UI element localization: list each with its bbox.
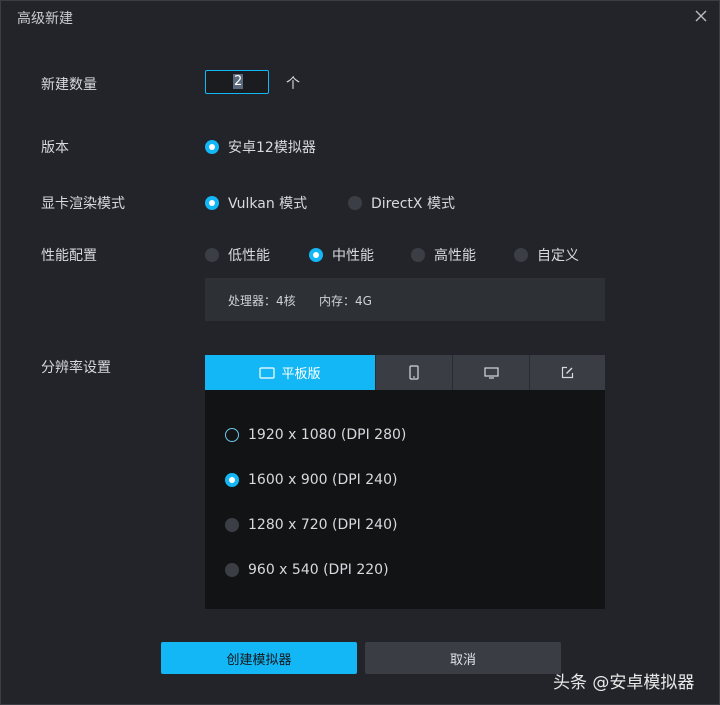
performance-option-low[interactable]: 低性能 xyxy=(205,245,270,265)
render-option-label: Vulkan 模式 xyxy=(228,196,308,212)
cancel-button[interactable]: 取消 xyxy=(365,642,561,674)
resolution-option-label: 1600 x 900 (DPI 240) xyxy=(248,472,398,488)
radio-selected-icon xyxy=(225,473,239,487)
performance-option-high[interactable]: 高性能 xyxy=(411,245,476,265)
count-label: 新建数量 xyxy=(41,77,97,93)
memory-info: 内存：4G xyxy=(319,294,372,308)
radio-unselected-icon xyxy=(348,196,362,210)
performance-option-label: 自定义 xyxy=(537,248,579,264)
watermark-text: 头条 @安卓模拟器 xyxy=(553,673,695,693)
close-icon[interactable] xyxy=(692,7,710,25)
resolution-option-1280[interactable]: 1280 x 720 (DPI 240) xyxy=(225,517,397,533)
title-bar: 高级新建 xyxy=(1,1,719,35)
resolution-option-1920[interactable]: 1920 x 1080 (DPI 280) xyxy=(225,427,406,443)
count-unit: 个 xyxy=(286,76,300,92)
advanced-create-dialog: 高级新建 新建数量 2 个 版本 安卓12模拟器 显卡渲染模式 Vulkan 模… xyxy=(0,0,720,705)
tab-tablet[interactable]: 平板版 xyxy=(205,355,375,390)
resolution-option-label: 960 x 540 (DPI 220) xyxy=(248,562,389,578)
render-mode-label: 显卡渲染模式 xyxy=(41,196,125,212)
tab-custom[interactable] xyxy=(529,355,605,390)
radio-unselected-icon xyxy=(205,248,219,262)
performance-option-label: 高性能 xyxy=(434,248,476,264)
edit-icon xyxy=(561,366,574,379)
cpu-info: 处理器：4核 xyxy=(228,294,296,308)
performance-option-label: 低性能 xyxy=(228,248,270,264)
performance-option-medium[interactable]: 中性能 xyxy=(309,245,374,265)
radio-selected-icon xyxy=(205,196,219,210)
performance-label: 性能配置 xyxy=(41,248,97,264)
radio-unselected-icon xyxy=(514,248,528,262)
resolution-option-1600[interactable]: 1600 x 900 (DPI 240) xyxy=(225,472,397,488)
radio-selected-icon xyxy=(309,248,323,262)
resolution-options-panel: 1920 x 1080 (DPI 280) 1600 x 900 (DPI 24… xyxy=(205,390,605,609)
version-option-android12[interactable]: 安卓12模拟器 xyxy=(205,137,316,157)
tab-phone[interactable] xyxy=(375,355,452,390)
tablet-icon xyxy=(259,366,276,379)
monitor-icon xyxy=(483,366,499,379)
render-option-directx[interactable]: DirectX 模式 xyxy=(348,193,455,213)
radio-unselected-icon xyxy=(225,563,239,577)
count-input[interactable]: 2 xyxy=(205,70,269,94)
count-value: 2 xyxy=(233,74,244,89)
radio-unselected-icon xyxy=(225,518,239,532)
radio-hover-icon xyxy=(225,428,239,442)
performance-option-custom[interactable]: 自定义 xyxy=(514,245,579,265)
render-option-vulkan[interactable]: Vulkan 模式 xyxy=(205,193,307,213)
resolution-option-label: 1280 x 720 (DPI 240) xyxy=(248,517,398,533)
version-option-label: 安卓12模拟器 xyxy=(228,140,316,156)
tab-tablet-label: 平板版 xyxy=(281,367,321,382)
performance-option-label: 中性能 xyxy=(332,248,374,264)
radio-unselected-icon xyxy=(411,248,425,262)
render-option-label: DirectX 模式 xyxy=(371,196,455,212)
performance-info-box: 处理器：4核 内存：4G xyxy=(205,278,605,321)
radio-selected-icon xyxy=(205,140,219,154)
version-label: 版本 xyxy=(41,140,69,156)
tab-monitor[interactable] xyxy=(452,355,529,390)
resolution-option-960[interactable]: 960 x 540 (DPI 220) xyxy=(225,562,389,578)
resolution-tabs: 平板版 xyxy=(205,355,605,390)
create-emulator-button[interactable]: 创建模拟器 xyxy=(161,642,357,674)
resolution-label: 分辨率设置 xyxy=(41,360,111,376)
phone-icon xyxy=(409,365,419,380)
resolution-option-label: 1920 x 1080 (DPI 280) xyxy=(248,427,407,443)
dialog-title: 高级新建 xyxy=(17,11,73,27)
